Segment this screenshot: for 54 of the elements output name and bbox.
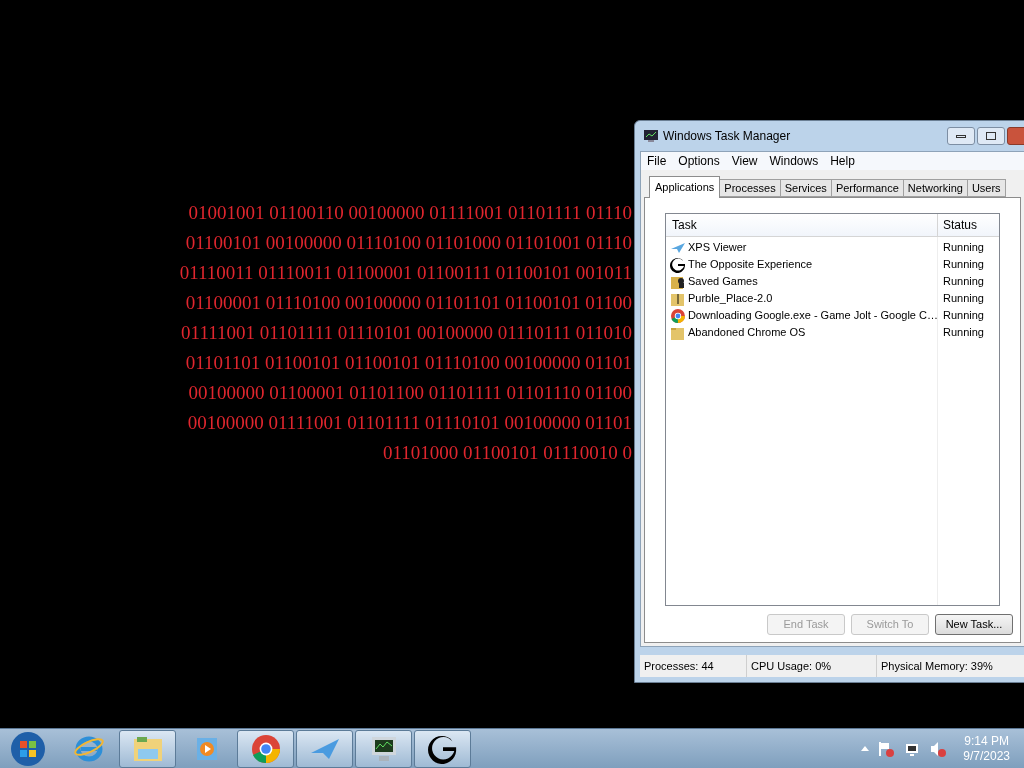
action-button[interactable]: New Task... <box>935 614 1013 635</box>
task-name[interactable]: Abandoned Chrome OS <box>688 324 806 341</box>
menu-item[interactable]: Options <box>672 152 726 170</box>
tab[interactable]: Performance <box>831 179 904 197</box>
status-text: Physical Memory: 39% <box>877 655 1024 677</box>
folder-icon <box>131 734 164 763</box>
binary-text: 01110011 01110011 01100001 01100111 01100101 001011 <box>179 261 632 285</box>
taskbar-button[interactable] <box>355 729 412 768</box>
window-title: Windows Task Manager <box>663 128 791 145</box>
task-status: Running <box>942 240 984 256</box>
maximize-button[interactable] <box>977 127 1005 145</box>
letter-g-icon <box>670 256 686 273</box>
chrome-icon <box>670 307 686 324</box>
menu-item[interactable]: Help <box>824 152 861 170</box>
task-name[interactable]: XPS Viewer <box>688 239 747 256</box>
task-name[interactable]: Purble_Place-2.0 <box>688 290 773 307</box>
tab[interactable]: Networking <box>903 179 968 197</box>
status-text: CPU Usage: 0% <box>747 655 877 677</box>
monitor-icon <box>643 128 659 144</box>
task-status: Running <box>942 325 984 341</box>
binary-text: 01101101 01100101 01100101 01110100 00100000 01101 <box>185 351 632 375</box>
minimize-button[interactable] <box>947 127 975 145</box>
task-status: Running <box>942 257 984 273</box>
tab[interactable]: Services <box>780 179 832 197</box>
column-header[interactable]: Task <box>666 214 938 236</box>
binary-text: 00100000 01111001 01101111 01110101 00100000 01101 <box>187 411 632 435</box>
taskbar-button[interactable] <box>414 729 471 768</box>
menu-item[interactable]: File <box>641 152 673 170</box>
binary-text: 01100001 01110100 00100000 01101101 01100101 01100 <box>185 291 632 315</box>
task-name[interactable]: Saved Games <box>688 273 758 290</box>
tab[interactable]: Users <box>967 179 1006 197</box>
status-text: Processes: 44 <box>640 655 747 677</box>
task-name[interactable]: The Opposite Experience <box>688 256 813 273</box>
tray-arrow-icon[interactable] <box>861 746 870 751</box>
task-status: Running <box>942 291 984 307</box>
binary-text: 01100101 00100000 01110100 01101000 01101001 01110 <box>185 231 632 255</box>
task-name[interactable]: Downloading Google.exe - Game Jolt - Google C… <box>687 307 938 324</box>
binary-text: 01001001 01100110 00100000 01111001 01101111 01110 <box>188 201 632 225</box>
binary-text: 01111001 01101111 01110101 00100000 01110111 011010 <box>181 321 632 345</box>
binary-text: 00100000 01100001 01101100 01101111 01101110 01100 <box>188 381 632 405</box>
tab[interactable]: Processes <box>720 179 781 197</box>
column-header[interactable]: Status <box>938 214 996 236</box>
windows-orb-icon <box>10 730 46 767</box>
menu-item[interactable]: Windows <box>763 152 825 170</box>
minimize-icon <box>956 134 966 138</box>
letter-g-icon <box>427 733 458 764</box>
task-status: Running <box>942 308 984 324</box>
maximize-icon <box>986 132 996 140</box>
chrome-icon <box>249 732 282 765</box>
binary-text: 01101000 01100101 01110010 0 <box>383 441 632 465</box>
flag-icon[interactable] <box>877 739 896 758</box>
menu-item[interactable]: View <box>725 152 764 170</box>
tab[interactable]: Applications <box>649 176 721 198</box>
task-status: Running <box>942 274 984 290</box>
